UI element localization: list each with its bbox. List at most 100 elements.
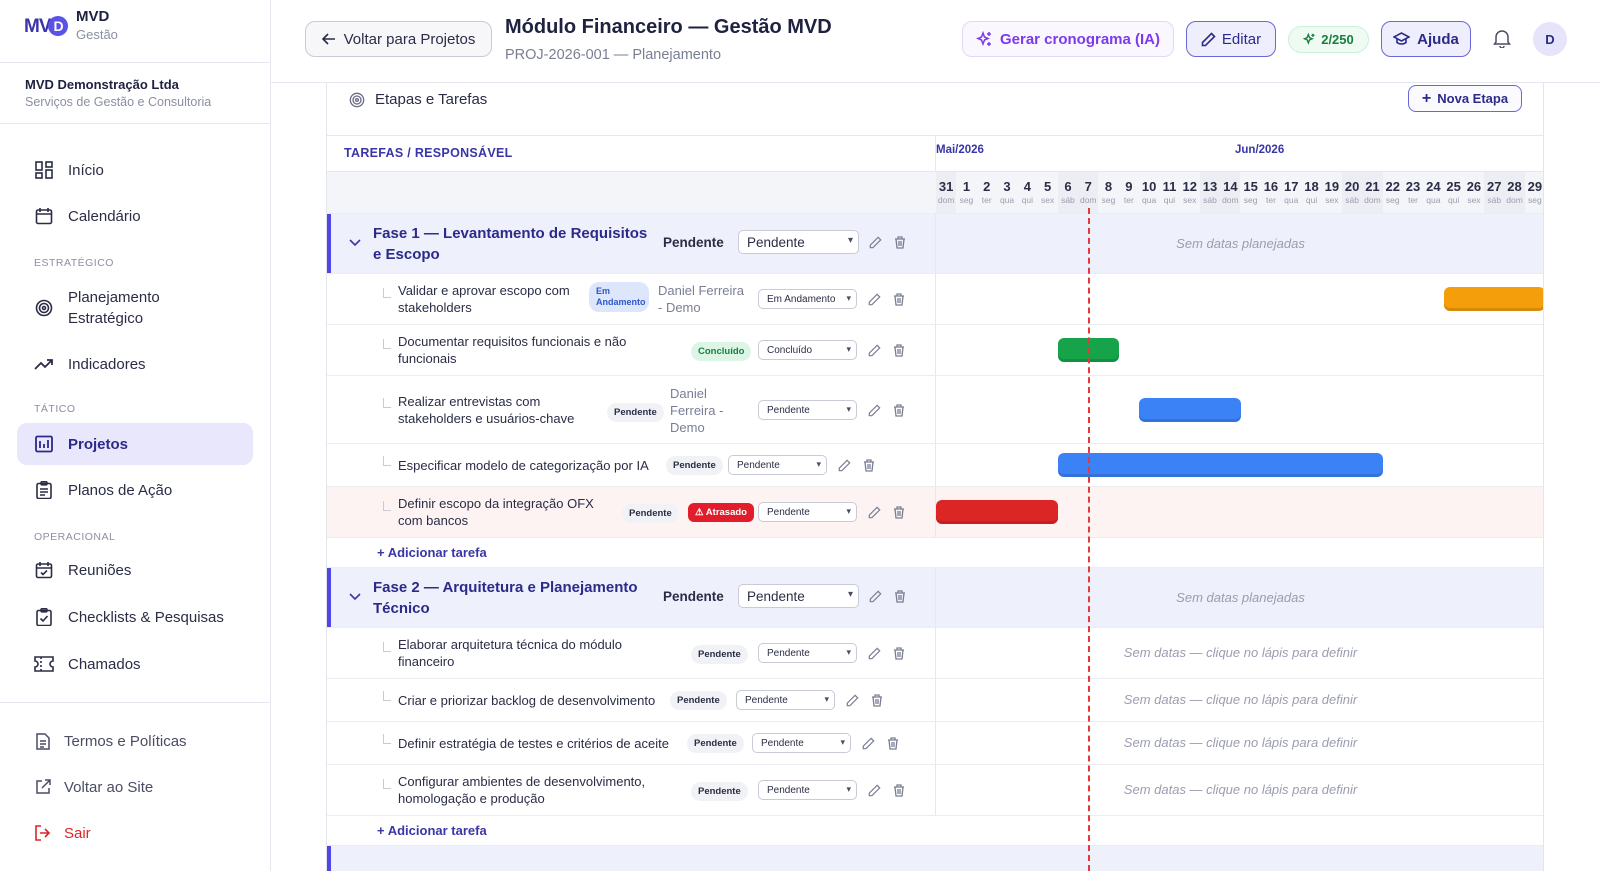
edit-button-label: Editar [1221, 30, 1262, 48]
day-column: 19 sex [1322, 172, 1342, 215]
day-number: 18 [1304, 179, 1319, 194]
task-column-label: TAREFAS / RESPONSÁVEL [344, 146, 513, 160]
task-status-select[interactable]: Pendente ▾ [752, 733, 851, 753]
task-status-select[interactable]: Pendente ▾ [758, 400, 857, 420]
edit-icon[interactable] [868, 506, 881, 519]
target-icon [34, 298, 54, 318]
day-column: 22 seg [1383, 172, 1403, 215]
trash-icon[interactable] [893, 293, 905, 306]
select-value: Pendente [767, 404, 810, 416]
weekday-label: ter [1123, 195, 1134, 205]
edit-icon[interactable] [868, 344, 881, 357]
sidebar-item-planejamento[interactable]: Planejamento Estratégico [17, 286, 253, 330]
edit-button[interactable]: Editar [1186, 21, 1276, 57]
sidebar-item-calendario[interactable]: Calendário [17, 196, 253, 236]
generate-schedule-button[interactable]: Gerar cronograma (IA) [962, 21, 1174, 57]
sidebar-item-chamados[interactable]: Chamados [17, 644, 253, 684]
trash-icon[interactable] [894, 236, 906, 249]
trash-icon[interactable] [894, 590, 906, 603]
brand-name: MVD [76, 8, 110, 25]
select-value: Pendente [747, 234, 805, 250]
day-number: 17 [1284, 179, 1299, 194]
gantt-bar[interactable] [1139, 398, 1241, 422]
footer-item-termos[interactable]: Termos e Políticas [34, 732, 187, 750]
chevron-down-icon: ▾ [816, 459, 821, 469]
trash-icon[interactable] [893, 506, 905, 519]
day-column: 5 sex [1038, 172, 1058, 215]
sidebar-item-label: Calendário [68, 207, 141, 225]
edit-icon[interactable] [869, 236, 882, 249]
edit-icon[interactable] [868, 404, 881, 417]
trash-icon[interactable] [887, 737, 899, 750]
sidebar-item-projetos[interactable]: Projetos [17, 423, 253, 465]
edit-icon[interactable] [868, 784, 881, 797]
task-status-select[interactable]: Em Andamento ▾ [758, 289, 857, 309]
gantt-bar[interactable] [936, 500, 1058, 524]
sidebar-item-indicadores[interactable]: Indicadores [17, 344, 253, 384]
brand-logo[interactable]: MV D MVD Gestão [24, 8, 118, 42]
task-status-select[interactable]: Pendente ▾ [758, 643, 857, 663]
task-status-select[interactable]: Pendente ▾ [758, 502, 857, 522]
sidebar: MV D MVD Gestão MVD Demonstração Ltda Se… [0, 0, 271, 871]
sidebar-footer: Termos e Políticas Voltar ao Site Sair [0, 702, 270, 871]
trash-icon[interactable] [893, 647, 905, 660]
day-number: 9 [1125, 179, 1133, 194]
phase-status-select[interactable]: Pendente ▾ [738, 584, 859, 608]
add-task-link[interactable]: + Adicionar tarefa [377, 823, 487, 838]
phase-title: Fase 1 — Levantamento de Requisitos e Es… [373, 225, 648, 263]
task-status-select[interactable]: Concluído ▾ [758, 340, 857, 360]
new-stage-button[interactable]: + Nova Etapa [1408, 85, 1522, 112]
chevron-down-icon[interactable] [349, 590, 361, 604]
edit-icon[interactable] [868, 647, 881, 660]
chevron-down-icon: ▾ [840, 737, 845, 747]
sidebar-item-planos[interactable]: Planos de Ação [17, 470, 253, 510]
phase-status-select[interactable]: Pendente ▾ [738, 230, 859, 254]
task-status-badge: Pendente [691, 782, 748, 801]
add-task-link[interactable]: + Adicionar tarefa [377, 545, 487, 560]
trash-icon[interactable] [893, 404, 905, 417]
bell-icon[interactable] [1493, 28, 1511, 53]
gantt-bar[interactable] [1443, 287, 1543, 311]
day-number: 3 [1003, 179, 1011, 194]
weekday-label: ter [1408, 195, 1418, 205]
chevron-down-icon[interactable] [349, 236, 361, 250]
target-icon [349, 92, 365, 108]
user-avatar[interactable]: D [1533, 22, 1567, 56]
trash-icon[interactable] [893, 344, 905, 357]
weekday-label: qua [999, 195, 1015, 205]
edit-icon[interactable] [838, 459, 851, 472]
trash-icon[interactable] [871, 694, 883, 707]
task-status-select[interactable]: Pendente ▾ [728, 455, 827, 475]
trash-icon[interactable] [863, 459, 875, 472]
back-to-projects-button[interactable]: Voltar para Projetos [305, 21, 492, 57]
task-status-select[interactable]: Pendente ▾ [736, 690, 835, 710]
edit-icon[interactable] [862, 737, 875, 750]
edit-icon[interactable] [846, 694, 859, 707]
edit-icon[interactable] [869, 590, 882, 603]
edit-icon[interactable] [868, 293, 881, 306]
select-value: Pendente [767, 647, 810, 659]
sidebar-item-reunioes[interactable]: Reuniões [17, 550, 253, 590]
day-column: 21 dom [1362, 172, 1383, 215]
trending-up-icon [34, 354, 54, 374]
project-chart-icon [34, 434, 54, 454]
tree-branch [383, 691, 391, 701]
gantt-bar[interactable] [1057, 453, 1383, 477]
weekday-label: dom [1079, 195, 1097, 205]
task-row: Realizar entrevistas com stakeholders e … [327, 375, 1543, 443]
help-button[interactable]: Ajuda [1381, 21, 1471, 57]
org-desc: Serviços de Gestão e Consultoria [25, 95, 212, 109]
footer-item-sair[interactable]: Sair [34, 824, 91, 842]
weekday-label: sáb [1345, 195, 1359, 205]
footer-item-voltar-site[interactable]: Voltar ao Site [34, 778, 153, 796]
overdue-badge: ⚠ Atrasado [688, 503, 754, 522]
task-status-select[interactable]: Pendente ▾ [758, 780, 857, 800]
gantt-header: TAREFAS / RESPONSÁVEL Mai/2026 Jun/2026 … [327, 135, 1543, 215]
select-value: Pendente [761, 737, 804, 749]
trash-icon[interactable] [893, 784, 905, 797]
task-title: Documentar requisitos funcionais e não f… [398, 334, 627, 366]
task-row: Definir escopo da integração OFX com ban… [327, 486, 1543, 537]
no-dates-label: Sem datas — clique no lápis para definir [1123, 692, 1358, 707]
sidebar-item-inicio[interactable]: Início [17, 150, 253, 190]
sidebar-item-checklists[interactable]: Checklists & Pesquisas [17, 597, 253, 637]
